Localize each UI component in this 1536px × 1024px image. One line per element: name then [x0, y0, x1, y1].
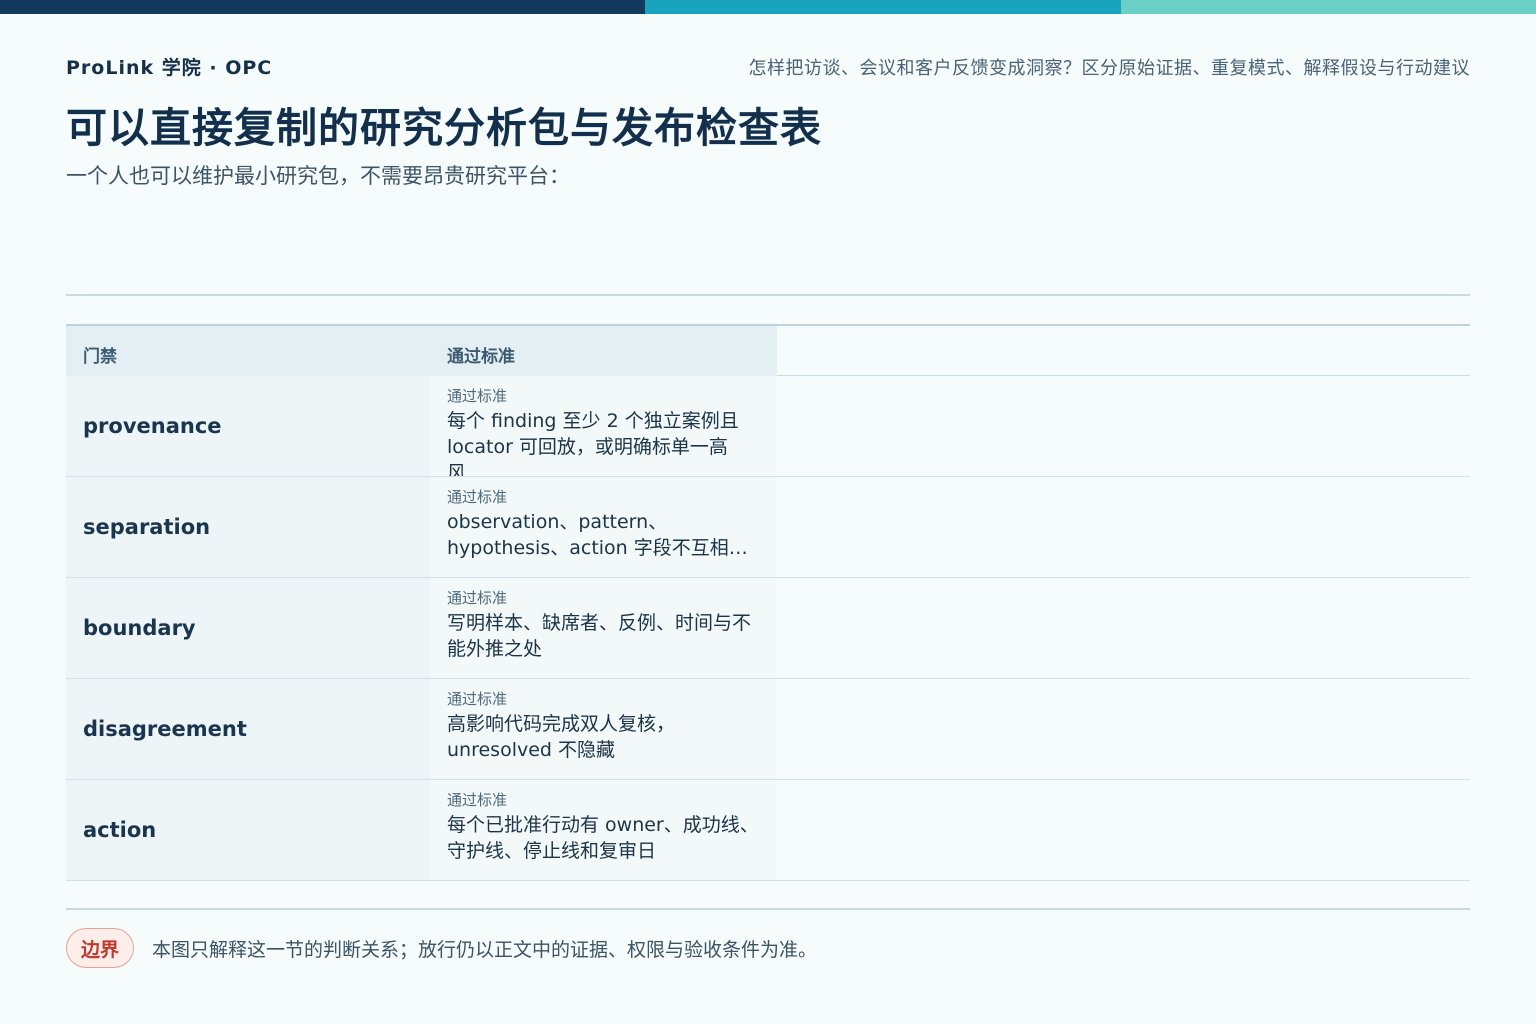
criteria-cell: 通过标准 每个 finding 至少 2 个独立案例且 locator 可回放，… [430, 376, 777, 476]
gate-cell: provenance [66, 376, 430, 476]
table-row: disagreement 通过标准 高影响代码完成双人复核，unresolved… [66, 679, 1470, 780]
top-bar-segment-navy [0, 0, 645, 14]
table-row: separation 通过标准 observation、pattern、hypo… [66, 477, 1470, 578]
top-divider [66, 294, 1470, 296]
criteria-label: 通过标准 [447, 488, 508, 506]
gate-cell: separation [66, 477, 430, 577]
criteria-text: observation、pattern、hypothesis、action 字段… [447, 511, 748, 559]
gate-name: disagreement [83, 717, 247, 741]
gate-name: separation [83, 515, 211, 539]
criteria-label: 通过标准 [447, 791, 508, 809]
criteria-cell: 通过标准 observation、pattern、hypothesis、acti… [430, 477, 777, 577]
gate-name: action [83, 818, 157, 842]
table-row: provenance 通过标准 每个 finding 至少 2 个独立案例且 l… [66, 376, 1470, 477]
top-bar-segment-mint [1121, 0, 1536, 14]
gate-cell: action [66, 780, 430, 880]
table-row: boundary 通过标准 写明样本、缺席者、反例、时间与不能外推之处 [66, 578, 1470, 679]
top-bar-segment-teal [645, 0, 1121, 14]
criteria-cell: 通过标准 高影响代码完成双人复核，unresolved 不隐藏 [430, 679, 777, 779]
gate-name: provenance [83, 414, 222, 438]
brand-label: ProLink 学院 · OPC [66, 57, 273, 79]
criteria-text: 高影响代码完成双人复核，unresolved 不隐藏 [447, 713, 676, 761]
page-title: 可以直接复制的研究分析包与发布检查表 [66, 104, 822, 152]
column-header-gate: 门禁 [83, 347, 117, 367]
top-color-bar [0, 0, 1536, 14]
criteria-label: 通过标准 [447, 589, 508, 607]
criteria-label: 通过标准 [447, 387, 508, 405]
gate-cell: disagreement [66, 679, 430, 779]
column-header-criteria: 通过标准 [447, 347, 515, 367]
footer-note-row: 边界 本图只解释这一节的判断关系；放行仍以正文中的证据、权限与验收条件为准。 [66, 926, 817, 970]
criteria-label: 通过标准 [447, 690, 508, 708]
section-question: 怎样把访谈、会议和客户反馈变成洞察？区分原始证据、重复模式、解释假设与行动建议 [748, 58, 1470, 79]
table-row: action 通过标准 每个已批准行动有 owner、成功线、守护线、停止线和复… [66, 780, 1470, 881]
table-header-background [66, 326, 777, 377]
gate-name: boundary [83, 616, 196, 640]
criteria-text: 每个已批准行动有 owner、成功线、守护线、停止线和复审日 [447, 814, 759, 862]
criteria-cell: 通过标准 每个已批准行动有 owner、成功线、守护线、停止线和复审日 [430, 780, 777, 880]
footer-note: 本图只解释这一节的判断关系；放行仍以正文中的证据、权限与验收条件为准。 [152, 938, 818, 961]
gate-cell: boundary [66, 578, 430, 678]
bottom-divider [66, 908, 1470, 910]
criteria-cell: 通过标准 写明样本、缺席者、反例、时间与不能外推之处 [430, 578, 777, 678]
page-subtitle: 一个人也可以维护最小研究包，不需要昂贵研究平台： [66, 164, 570, 188]
boundary-badge: 边界 [66, 928, 135, 968]
criteria-text: 写明样本、缺席者、反例、时间与不能外推之处 [447, 612, 752, 660]
criteria-text: 每个 finding 至少 2 个独立案例且 locator 可回放，或明确标单… [447, 410, 739, 476]
table-header: 门禁 通过标准 [66, 324, 1470, 377]
checklist-table: 门禁 通过标准 provenance 通过标准 每个 finding 至少 2 … [66, 324, 1470, 881]
